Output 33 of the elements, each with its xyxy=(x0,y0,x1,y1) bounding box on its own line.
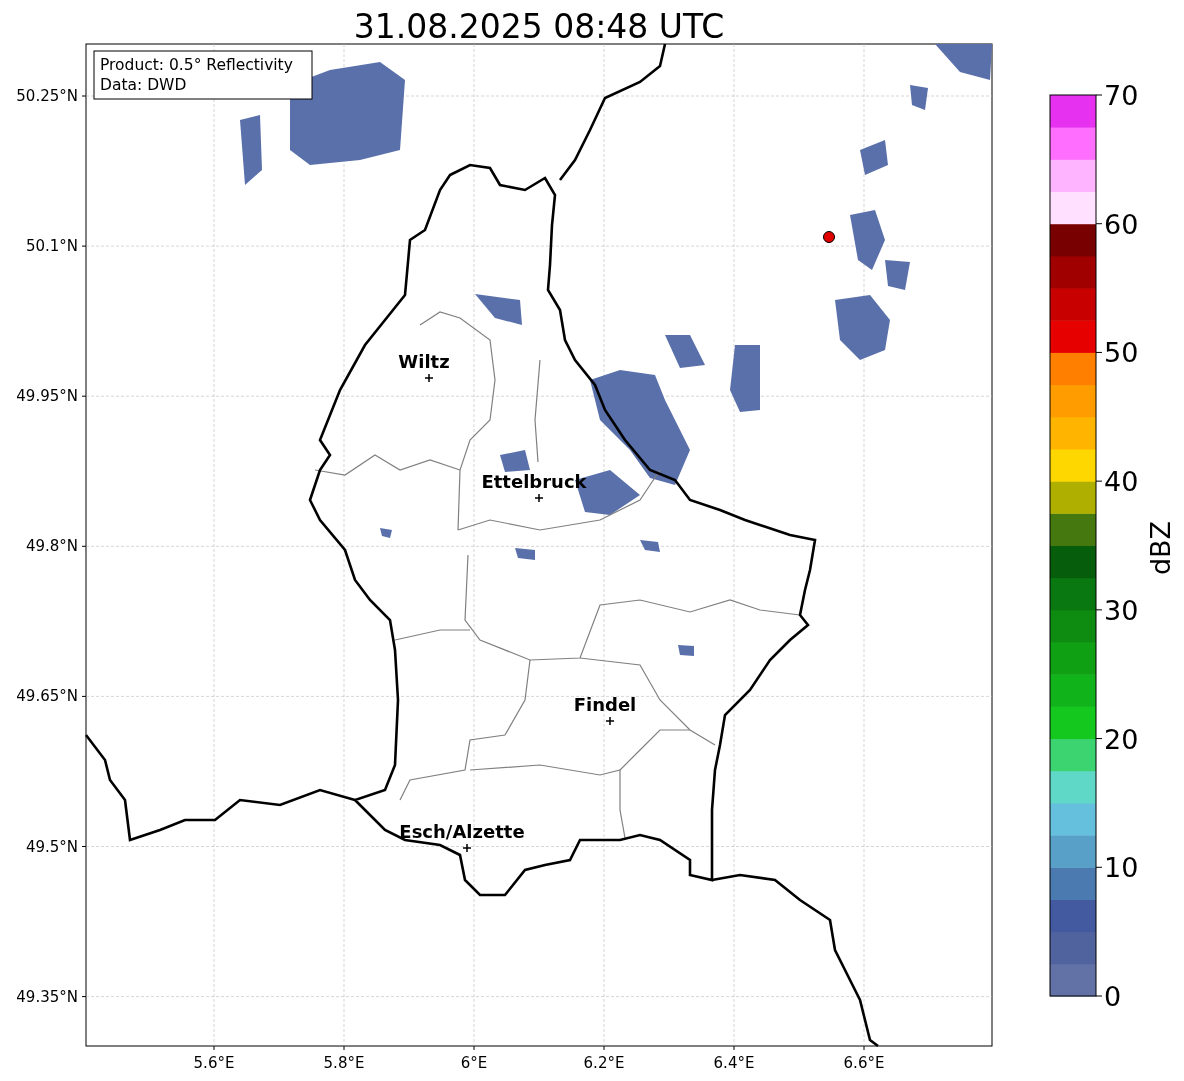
colorbar-tick-label: 10 xyxy=(1104,852,1139,884)
axis-tick-label: 49.5°N xyxy=(25,837,78,856)
city-marker-icon xyxy=(462,843,472,853)
axis-tick-label: 50.1°N xyxy=(25,237,78,256)
chart-title: 31.08.2025 08:48 UTC xyxy=(353,7,725,46)
colorbar-label: dBZ xyxy=(1145,520,1176,576)
city-marker-icon xyxy=(534,493,544,503)
city-label: Esch/Alzette xyxy=(399,821,525,842)
location-dot xyxy=(823,231,835,243)
axis-tick-label: 5.6°E xyxy=(193,1054,235,1072)
city-label: Findel xyxy=(573,694,637,715)
colorbar-tick-label: 40 xyxy=(1104,466,1139,498)
city-label: Wiltz xyxy=(398,351,450,372)
colorbar-tick-label: 60 xyxy=(1104,208,1139,240)
axis-tick-label: 6.6°E xyxy=(843,1054,885,1072)
colorbar-tick-label: 20 xyxy=(1104,723,1139,755)
city-marker-icon xyxy=(424,373,434,383)
colorbar-tick-label: 30 xyxy=(1104,594,1139,626)
axis-tick-label: 50.25°N xyxy=(16,87,78,105)
axis-tick-label: 6°E xyxy=(460,1054,488,1072)
axis-tick-label: 49.8°N xyxy=(25,537,78,556)
city-marker-icon xyxy=(605,716,615,726)
colorbar-tick-label: 0 xyxy=(1104,981,1122,1012)
axis-tick-label: 6.2°E xyxy=(583,1054,625,1072)
axis-tick-label: 6.4°E xyxy=(713,1054,755,1072)
axis-tick-label: 49.95°N xyxy=(16,387,78,406)
info-text: Product: 0.5° Reflectivity xyxy=(100,56,293,74)
axis-tick-label: 49.35°N xyxy=(16,987,78,1006)
info-text: Data: DWD xyxy=(100,76,187,94)
axis-tick-label: 49.65°N xyxy=(16,687,78,706)
colorbar-tick-label: 70 xyxy=(1104,80,1139,111)
axis-tick-label: 5.8°E xyxy=(323,1054,365,1072)
colorbar-tick-label: 50 xyxy=(1104,337,1139,369)
